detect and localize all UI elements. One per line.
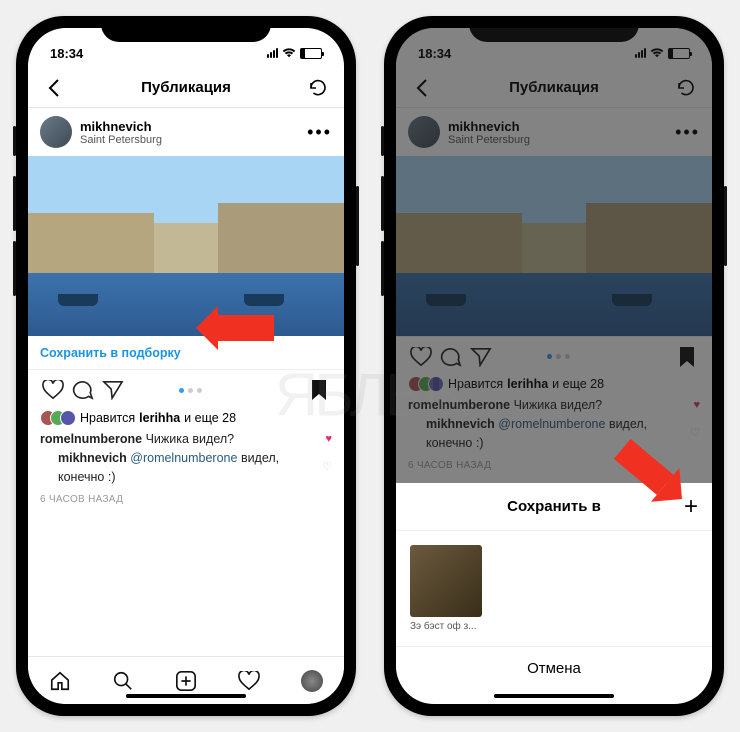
page-title: Публикация [141,79,231,96]
save-to-sheet: Сохранить в + Зэ бэст оф з... Отмена [396,483,712,704]
sheet-title: Сохранить в [507,498,601,515]
status-bar: 18:34 [28,28,344,68]
battery-icon [300,48,322,59]
comment-row[interactable]: romelnumberone Чижика видел? ♥ [40,430,332,449]
post-actions [28,370,344,410]
reply-mention: @romelnumberone [130,451,237,465]
profile-avatar-icon [301,670,323,692]
screen-right: 18:34 Публикация mikhnevich Saint Peters… [396,28,712,704]
chevron-left-icon [48,79,60,97]
author-location[interactable]: Saint Petersburg [80,134,162,146]
likes-count-text: и еще 28 [184,411,236,425]
screen-left: 18:34 Публикация mikhnevich Saint Peters… [28,28,344,704]
status-time: 18:34 [50,46,83,61]
collection-thumbnail [410,545,482,617]
phone-frame-left: 18:34 Публикация mikhnevich Saint Peters… [16,16,356,716]
comment-author: romelnumberone [40,432,142,446]
author-username[interactable]: mikhnevich [80,119,162,134]
collection-item[interactable]: Зэ бэст оф з... [410,545,482,632]
sheet-cancel-button[interactable]: Отмена [396,646,712,690]
search-icon [112,670,134,692]
home-icon [49,670,71,692]
comment-button[interactable] [68,375,98,405]
likes-highlight-user: lerihha [139,411,180,425]
plus-square-icon [175,670,197,692]
collection-name: Зэ бэст оф з... [410,621,482,632]
comment-icon [72,380,94,400]
tab-new-post[interactable] [173,668,199,694]
reply-like-icon[interactable]: ♡ [322,459,332,476]
tab-activity[interactable] [236,668,262,694]
likes-row[interactable]: Нравится lerihha и еще 28 [28,410,344,426]
post-header: mikhnevich Saint Petersburg ••• [28,108,344,156]
status-icons [267,48,322,59]
heart-icon [42,380,64,400]
like-button[interactable] [38,375,68,405]
home-indicator [494,694,614,698]
author-avatar[interactable] [40,116,72,148]
comment-text: Чижика видел? [146,432,235,446]
author-meta: mikhnevich Saint Petersburg [80,119,162,146]
refresh-button[interactable] [306,76,330,100]
collections-grid: Зэ бэст оф з... [396,531,712,646]
bookmark-button[interactable] [304,375,334,405]
refresh-icon [308,78,328,98]
likes-label: Нравится [80,411,135,425]
heart-outline-icon [238,671,260,691]
cellular-icon [267,48,278,58]
tab-search[interactable] [110,668,136,694]
comment-like-icon[interactable]: ♥ [325,431,332,448]
carousel-dots [179,388,202,393]
reply-author: mikhnevich [58,451,127,465]
back-button[interactable] [42,76,66,100]
post-more-button[interactable]: ••• [307,122,332,143]
comments-block: romelnumberone Чижика видел? ♥ mikhnevic… [28,426,344,490]
liker-avatars [40,410,76,426]
tab-profile[interactable] [299,668,325,694]
post-timestamp: 6 ЧАСОВ НАЗАД [28,490,344,509]
comment-reply-row[interactable]: mikhnevich @romelnumberone видел, конечн… [40,449,332,487]
phone-frame-right: 18:34 Публикация mikhnevich Saint Peters… [384,16,724,716]
wifi-icon [282,48,296,58]
nav-header: Публикация [28,68,344,108]
bookmark-icon [310,379,328,401]
share-button[interactable] [98,375,128,405]
home-indicator [126,694,246,698]
tab-home[interactable] [47,668,73,694]
send-icon [102,380,124,400]
